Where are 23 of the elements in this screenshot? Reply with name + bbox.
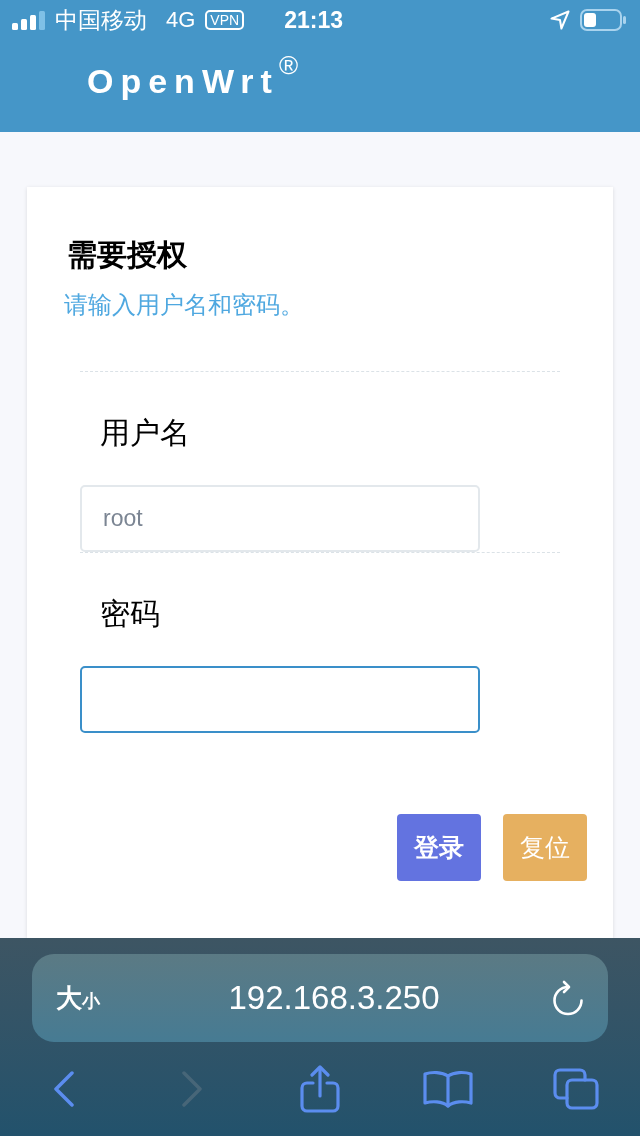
signal-bars-icon <box>12 10 46 30</box>
open-book-icon[interactable] <box>423 1070 473 1108</box>
address-bar[interactable]: 大小 192.168.3.250 <box>32 954 608 1042</box>
field-label: 密码 <box>100 596 160 632</box>
chevron-left-icon[interactable] <box>54 1071 74 1107</box>
login-title: 需要授权 <box>67 237 187 273</box>
network-type: 4G <box>166 6 196 34</box>
input-field[interactable] <box>80 666 480 733</box>
share-icon[interactable] <box>300 1065 340 1113</box>
brand-name: OpenWrt <box>87 61 279 101</box>
text-size-button[interactable]: 大小 <box>56 983 116 1013</box>
login-subtitle: 请输入用户名和密码。 <box>64 290 304 320</box>
clock-time: 21:13 <box>284 6 343 34</box>
url-text: 192.168.3.250 <box>228 978 440 1018</box>
vpn-indicator: VPN <box>205 10 245 30</box>
battery-icon <box>580 9 626 31</box>
location-arrow-icon <box>550 10 570 30</box>
login-button[interactable]: 登录 <box>397 814 481 881</box>
overlapping-squares-icon[interactable] <box>553 1068 599 1110</box>
field-label: 用户名 <box>100 415 190 451</box>
registered-mark: ® <box>278 52 299 78</box>
carrier-name: 中国移动 <box>55 6 147 34</box>
reload-icon[interactable] <box>552 980 584 1016</box>
